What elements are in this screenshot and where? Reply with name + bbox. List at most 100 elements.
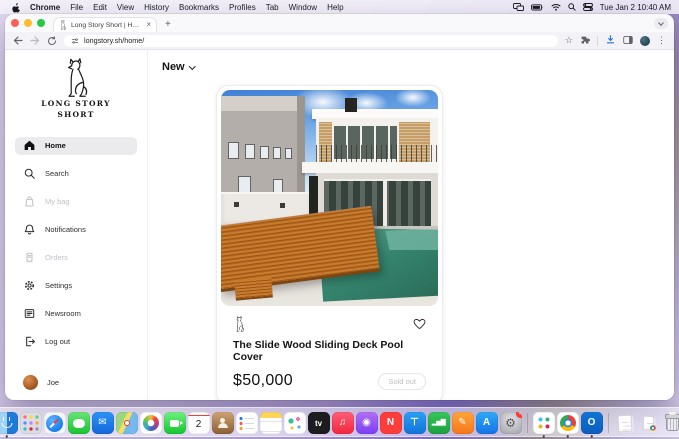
- tab-favicon: [59, 20, 67, 30]
- menu-app-name[interactable]: Chrome: [25, 3, 65, 12]
- side-panel-icon[interactable]: [623, 32, 633, 50]
- dock-mail[interactable]: ✉: [92, 412, 114, 434]
- back-button[interactable]: [13, 36, 23, 45]
- wifi-icon[interactable]: [551, 3, 561, 11]
- browser-tab[interactable]: Long Story Short | Home ×: [53, 17, 157, 32]
- dock-facetime[interactable]: [164, 412, 186, 434]
- minimize-window-button[interactable]: [24, 19, 32, 27]
- new-tab-button[interactable]: +: [165, 17, 171, 32]
- dock-app-store[interactable]: A: [476, 412, 498, 434]
- dock-numbers[interactable]: ▂▅▇: [428, 412, 450, 434]
- product-price: $50,000: [233, 372, 293, 390]
- dock-outlook[interactable]: O: [581, 412, 603, 434]
- dog-logo-icon: [58, 58, 94, 98]
- site-settings-icon[interactable]: [71, 37, 79, 45]
- dock-reminders[interactable]: [236, 412, 258, 434]
- notification-badge: 1: [516, 412, 522, 418]
- control-center-icon[interactable]: [583, 3, 593, 11]
- sidebar-item-home[interactable]: Home: [15, 137, 137, 155]
- sidebar-item-label: Newsroom: [45, 309, 81, 318]
- dock-downloads-stack[interactable]: [638, 412, 660, 434]
- menu-profiles[interactable]: Profiles: [224, 3, 261, 12]
- dock-freeform[interactable]: [284, 412, 306, 434]
- sidebar-item-notifications[interactable]: Notifications: [15, 221, 137, 239]
- download-icon[interactable]: [605, 32, 616, 50]
- dock-safari[interactable]: [44, 412, 66, 434]
- forward-button[interactable]: [30, 36, 40, 45]
- tab-close-icon[interactable]: ×: [146, 21, 151, 29]
- photo-window: [285, 148, 292, 159]
- close-window-button[interactable]: [11, 19, 19, 27]
- dock-messages[interactable]: [68, 412, 90, 434]
- tab-title: Long Story Short | Home: [71, 22, 142, 29]
- user-avatar: [23, 375, 38, 390]
- dock-documents-stack[interactable]: [614, 412, 636, 434]
- apple-menu-icon[interactable]: [8, 2, 25, 13]
- sidebar-item-label: Home: [45, 141, 66, 150]
- sidebar-item-newsroom[interactable]: Newsroom: [15, 305, 137, 323]
- user-name: Joe: [47, 378, 59, 387]
- sidebar-item-my-bag[interactable]: My bag: [15, 193, 137, 211]
- macos-menu-bar: Chrome File Edit View History Bookmarks …: [0, 0, 679, 14]
- screen-mirroring-icon[interactable]: [513, 3, 524, 11]
- dock-tv[interactable]: tv: [308, 412, 330, 434]
- chrome-menu-icon[interactable]: ⋮: [657, 36, 666, 45]
- menu-bar-clock[interactable]: Tue Jan 2 10:40 AM: [600, 3, 671, 12]
- dock-pages[interactable]: ✎: [452, 412, 474, 434]
- chrome-icon: [557, 412, 579, 434]
- menu-file[interactable]: File: [65, 3, 88, 12]
- dock-chrome[interactable]: [557, 412, 579, 434]
- extensions-icon[interactable]: [580, 32, 590, 50]
- sort-dropdown[interactable]: New: [162, 61, 674, 73]
- dock-system-settings[interactable]: ⚙1: [500, 412, 522, 434]
- photo-window: [273, 147, 281, 159]
- dock-calendar[interactable]: 2: [188, 412, 210, 434]
- battery-icon[interactable]: [531, 4, 544, 11]
- tab-search-button[interactable]: [654, 18, 668, 29]
- product-card[interactable]: The Slide Wood Sliding Deck Pool Cover $…: [216, 85, 443, 400]
- dock-trash[interactable]: [662, 412, 679, 434]
- user-profile[interactable]: Joe: [15, 375, 137, 390]
- dock-maps[interactable]: [116, 412, 138, 434]
- menu-bookmarks[interactable]: Bookmarks: [174, 3, 224, 12]
- sidebar-item-label: Orders: [45, 253, 68, 262]
- dock-music[interactable]: ♫: [332, 412, 354, 434]
- menu-tab[interactable]: Tab: [261, 3, 284, 12]
- dock-contacts[interactable]: [212, 412, 234, 434]
- numbers-icon: ▂▅▇: [428, 412, 450, 434]
- brand-logo[interactable]: LONG STORY SHORT: [15, 58, 137, 121]
- launchpad-icon: [20, 412, 42, 434]
- dock-slack[interactable]: [533, 412, 555, 434]
- address-bar[interactable]: longstory.sh/home/: [64, 35, 558, 47]
- news-icon: N: [380, 412, 402, 434]
- mail-icon: ✉: [92, 412, 114, 434]
- dock-news[interactable]: N: [380, 412, 402, 434]
- reload-button[interactable]: [47, 36, 57, 46]
- dock-launchpad[interactable]: [20, 412, 42, 434]
- seller-logo-icon: [233, 316, 246, 332]
- sidebar-item-settings[interactable]: Settings: [15, 277, 137, 295]
- favorite-heart-icon[interactable]: [413, 318, 426, 330]
- photo-balcony-slab: [302, 162, 438, 173]
- spotlight-search-icon[interactable]: [568, 3, 576, 11]
- freeform-icon: [284, 412, 306, 434]
- dock-podcasts[interactable]: ◉: [356, 412, 378, 434]
- sidebar-item-search[interactable]: Search: [15, 165, 137, 183]
- chrome-window: Long Story Short | Home × + longstory.sh…: [5, 14, 674, 400]
- menu-window[interactable]: Window: [284, 3, 322, 12]
- main-content: New: [148, 50, 674, 400]
- menu-help[interactable]: Help: [322, 3, 348, 12]
- dock-finder[interactable]: [0, 412, 18, 434]
- menu-edit[interactable]: Edit: [88, 3, 112, 12]
- dock-photos[interactable]: [140, 412, 162, 434]
- menu-history[interactable]: History: [139, 3, 174, 12]
- sidebar-item-orders[interactable]: Orders: [15, 249, 137, 267]
- profile-avatar[interactable]: [640, 36, 650, 46]
- zoom-window-button[interactable]: [37, 19, 45, 27]
- sidebar-item-log-out[interactable]: Log out: [15, 333, 137, 351]
- bookmark-star-icon[interactable]: ☆: [565, 36, 573, 45]
- menu-view[interactable]: View: [112, 3, 139, 12]
- sort-label: New: [162, 61, 185, 73]
- dock-notes[interactable]: [260, 412, 282, 434]
- dock-keynote[interactable]: ⊤: [404, 412, 426, 434]
